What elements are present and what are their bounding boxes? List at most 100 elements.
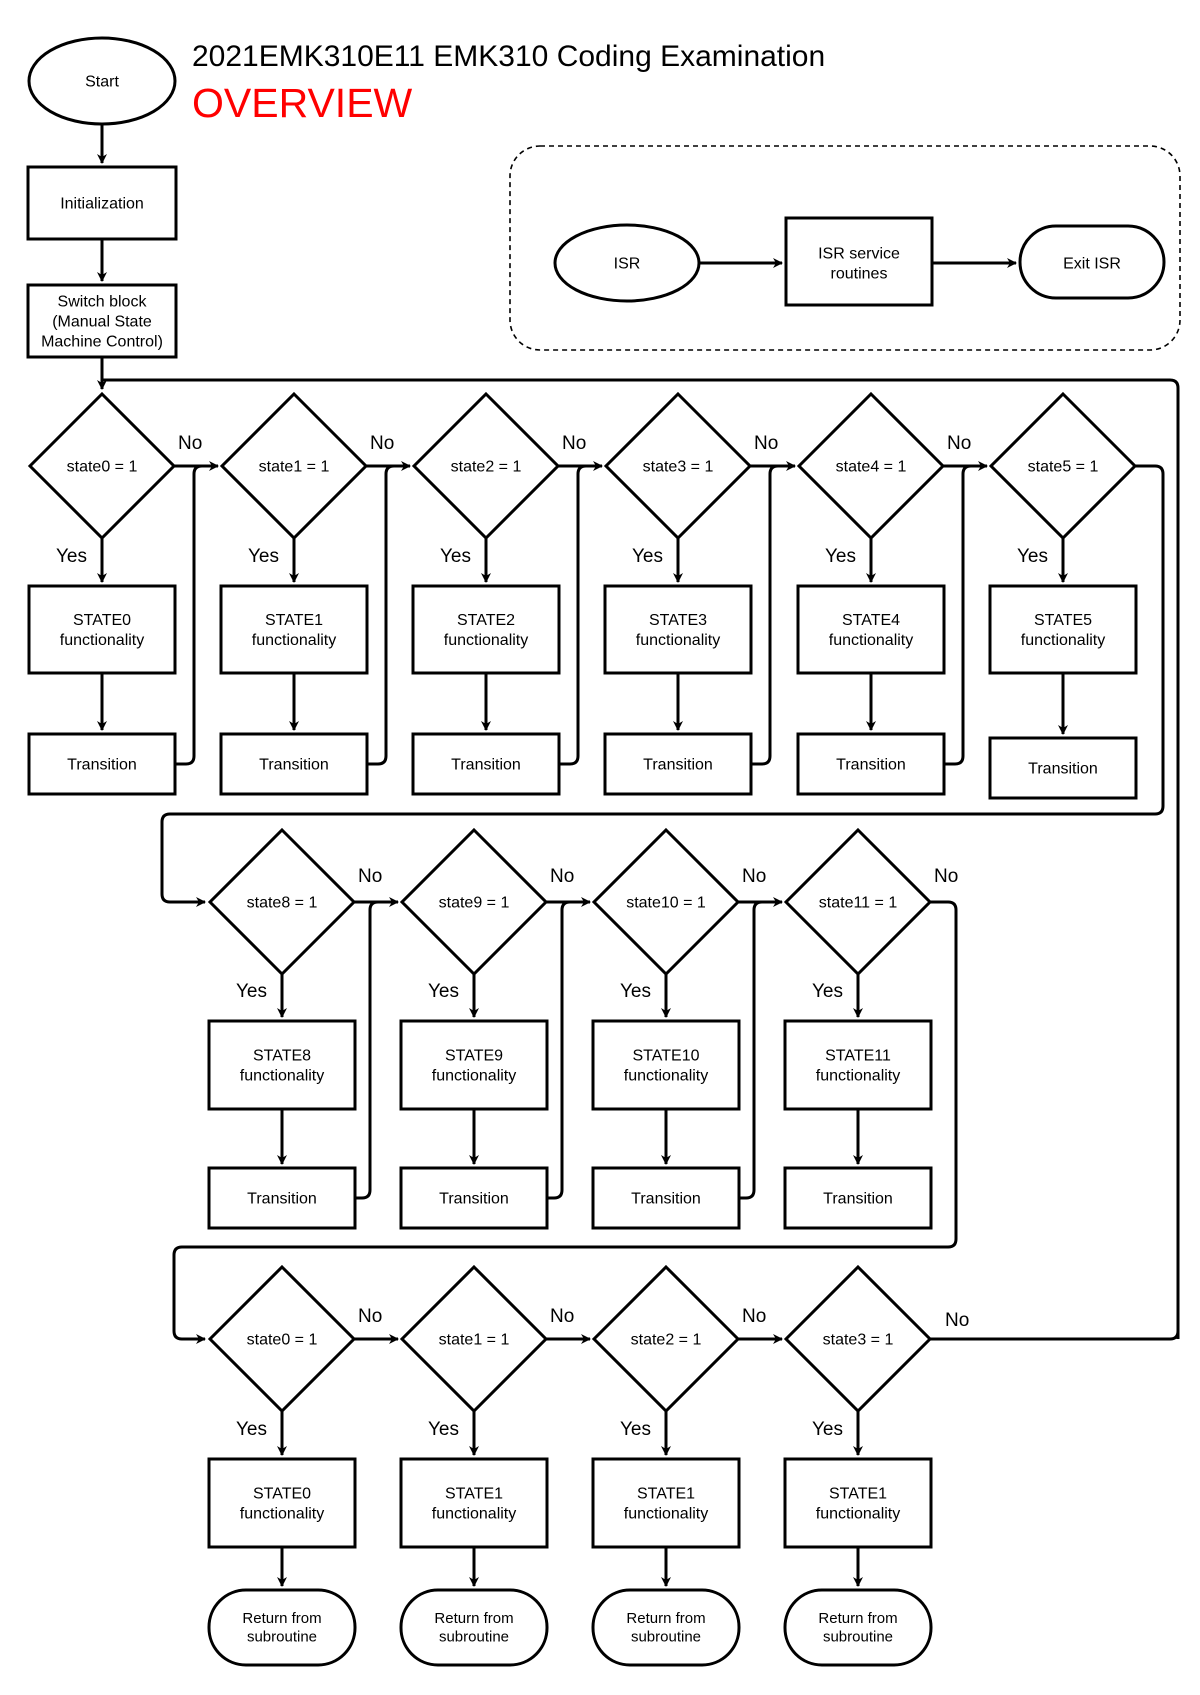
functionality-label: functionality — [252, 632, 337, 649]
no-label: No — [945, 1310, 969, 1331]
initialization-label: Initialization — [60, 196, 144, 213]
functionality-label: STATE1 — [265, 612, 323, 629]
functionality-label: functionality — [624, 1506, 709, 1523]
isr-service-label: routines — [831, 266, 888, 283]
functionality-box — [988, 584, 1138, 675]
functionality-label: STATE4 — [842, 612, 900, 629]
decision-label: state2 = 1 — [631, 1332, 702, 1349]
flowchart-canvas: Start Initialization Switch block (Manual S… — [26, 36, 1181, 1667]
functionality-box — [796, 584, 946, 675]
switch-block-label: (Manual State — [52, 314, 152, 331]
functionality-box — [783, 1457, 933, 1549]
functionality-box — [591, 1019, 741, 1111]
functionality-label: STATE8 — [253, 1048, 311, 1065]
return-label: Return from — [242, 1610, 321, 1627]
decision-label: state5 = 1 — [1028, 459, 1099, 476]
functionality-label: STATE5 — [1034, 612, 1092, 629]
decision-label: state0 = 1 — [67, 459, 138, 476]
yes-label: Yes — [56, 546, 87, 567]
transition-label: Transition — [1028, 761, 1098, 778]
functionality-box — [207, 1019, 357, 1111]
yes-label: Yes — [620, 1419, 651, 1440]
functionality-label: functionality — [432, 1506, 517, 1523]
functionality-label: functionality — [240, 1506, 325, 1523]
row3-loop-connector — [930, 1330, 1180, 1341]
transition-label: Transition — [259, 757, 329, 774]
transition-return-connector — [175, 464, 203, 766]
functionality-label: STATE0 — [73, 612, 131, 629]
start-label: Start — [85, 74, 119, 91]
functionality-label: functionality — [240, 1068, 325, 1085]
transition-return-connector — [355, 900, 379, 1200]
exit-isr-label: Exit ISR — [1063, 256, 1121, 273]
functionality-box — [399, 1019, 549, 1111]
functionality-label: STATE9 — [445, 1048, 503, 1065]
return-label: Return from — [434, 1610, 513, 1627]
transition-return-connector — [547, 900, 571, 1200]
yes-label: Yes — [236, 981, 267, 1002]
yes-label: Yes — [812, 981, 843, 1002]
return-label: subroutine — [247, 1629, 317, 1646]
no-label: No — [742, 1306, 766, 1327]
yes-label: Yes — [440, 546, 471, 567]
functionality-label: functionality — [444, 632, 529, 649]
transition-label: Transition — [631, 1191, 701, 1208]
functionality-label: functionality — [432, 1068, 517, 1085]
transition-label: Transition — [247, 1191, 317, 1208]
no-label: No — [178, 433, 202, 454]
functionality-label: functionality — [1021, 632, 1106, 649]
return-label: subroutine — [823, 1629, 893, 1646]
no-label: No — [358, 1306, 382, 1327]
isr-service-label: ISR service — [818, 246, 900, 263]
decision-label: state11 = 1 — [819, 895, 898, 912]
yes-label: Yes — [825, 546, 856, 567]
return-label: Return from — [818, 1610, 897, 1627]
decision-label: state8 = 1 — [247, 895, 318, 912]
no-label: No — [358, 866, 382, 887]
transition-return-connector — [559, 464, 587, 766]
transition-label: Transition — [823, 1191, 893, 1208]
yes-label: Yes — [812, 1419, 843, 1440]
row2-to-row3-connector — [172, 900, 958, 1344]
functionality-label: functionality — [624, 1068, 709, 1085]
functionality-label: functionality — [636, 632, 721, 649]
decision-label: state4 = 1 — [836, 459, 907, 476]
transition-return-connector — [751, 464, 779, 766]
return-terminal — [783, 1588, 933, 1667]
no-label: No — [370, 433, 394, 454]
functionality-box — [411, 584, 561, 675]
yes-label: Yes — [236, 1419, 267, 1440]
decision-label: state0 = 1 — [247, 1332, 318, 1349]
yes-label: Yes — [632, 546, 663, 567]
transition-label: Transition — [439, 1191, 509, 1208]
yes-label: Yes — [248, 546, 279, 567]
transition-label: Transition — [451, 757, 521, 774]
functionality-box — [399, 1457, 549, 1549]
decision-label: state1 = 1 — [439, 1332, 510, 1349]
no-label: No — [742, 866, 766, 887]
return-label: Return from — [626, 1610, 705, 1627]
functionality-box — [27, 584, 177, 675]
functionality-label: STATE3 — [649, 612, 707, 629]
no-label: No — [562, 433, 586, 454]
functionality-label: functionality — [829, 632, 914, 649]
switch-block-label: Machine Control) — [41, 334, 163, 351]
transition-label: Transition — [67, 757, 137, 774]
no-label: No — [934, 866, 958, 887]
functionality-box — [219, 584, 369, 675]
return-label: subroutine — [631, 1629, 701, 1646]
switch-block-label: Switch block — [58, 294, 148, 311]
no-label: No — [754, 433, 778, 454]
functionality-label: functionality — [816, 1068, 901, 1085]
decision-label: state9 = 1 — [439, 895, 510, 912]
transition-label: Transition — [643, 757, 713, 774]
functionality-label: STATE11 — [825, 1048, 891, 1065]
functionality-label: functionality — [60, 632, 145, 649]
functionality-label: STATE1 — [829, 1486, 887, 1503]
functionality-label: STATE1 — [637, 1486, 695, 1503]
yes-label: Yes — [428, 1419, 459, 1440]
return-terminal — [399, 1588, 549, 1667]
functionality-box — [783, 1019, 933, 1111]
return-terminal — [207, 1588, 357, 1667]
functionality-box — [603, 584, 753, 675]
